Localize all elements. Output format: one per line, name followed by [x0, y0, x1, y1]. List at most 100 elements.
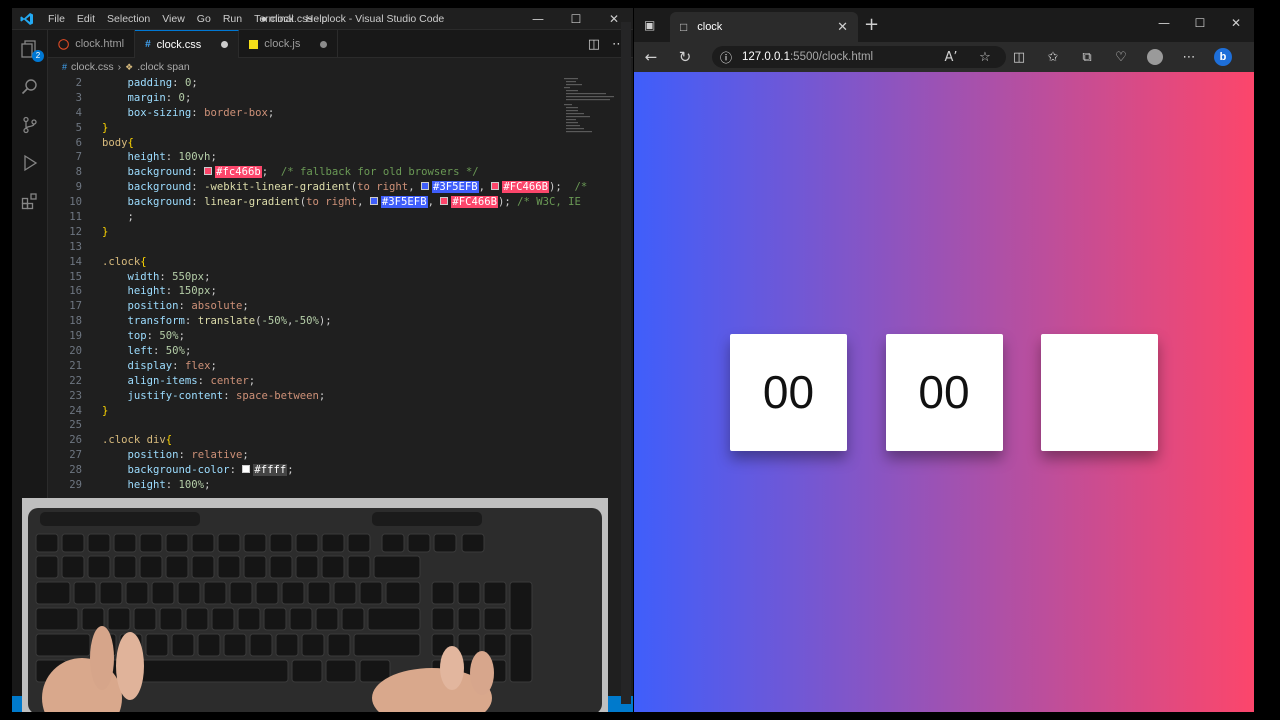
code-line: 27 position: relative;	[48, 448, 633, 463]
unsaved-dot-icon[interactable]	[320, 40, 328, 48]
search-icon[interactable]	[12, 68, 48, 106]
line-number: 24	[69, 404, 82, 417]
menu-go[interactable]: Go	[191, 8, 217, 30]
code-text: background-color: #ffff;	[102, 464, 294, 477]
back-arrow-icon[interactable]: ←	[634, 42, 668, 72]
minimap[interactable]	[560, 76, 622, 376]
code-text: .clock{	[102, 255, 147, 268]
breadcrumb: # clock.css › ❖ .clock span	[48, 58, 633, 76]
code-text: height: 150px;	[102, 285, 217, 298]
line-number: 2	[75, 77, 82, 89]
keyboard-overlay-image	[22, 498, 608, 712]
line-number: 8	[75, 166, 82, 179]
code-text: display: flex;	[102, 359, 217, 372]
clock: 00 00	[730, 333, 1158, 451]
maximize-icon[interactable]: ☐	[1182, 8, 1218, 38]
window-divider	[621, 22, 631, 704]
code-line: 12}	[48, 225, 633, 240]
tab-label: clock.html	[75, 38, 125, 50]
web-page: 00 00	[634, 72, 1254, 712]
code-line: 13	[48, 240, 633, 255]
unsaved-dot-icon[interactable]	[221, 41, 229, 48]
symbol-icon: ❖	[125, 61, 134, 72]
code-text: position: absolute;	[102, 300, 249, 313]
code-line: 24}	[48, 404, 633, 419]
code-text: background: linear-gradient(to right, #3…	[102, 196, 581, 209]
window-controls: — ☐ ✕	[519, 8, 633, 30]
browser-tab[interactable]: □ clock ✕	[670, 12, 858, 42]
browser-tab-title: clock	[697, 21, 723, 33]
minimize-icon[interactable]: —	[519, 8, 557, 30]
run-debug-icon[interactable]	[12, 144, 48, 182]
menu-file[interactable]: File	[42, 8, 71, 30]
breadcrumb-file[interactable]: clock.css	[71, 61, 114, 73]
chevron-right-icon: ›	[117, 61, 122, 73]
collections-icon[interactable]: ⧉	[1070, 42, 1104, 72]
bing-copilot-icon[interactable]: b	[1206, 42, 1240, 72]
more-menu-icon[interactable]: ⋯	[1172, 42, 1206, 72]
menu-selection[interactable]: Selection	[101, 8, 156, 30]
line-number: 18	[69, 315, 82, 328]
code-text: padding: 0;	[102, 77, 198, 89]
menu-edit[interactable]: Edit	[71, 8, 101, 30]
code-line: 19 top: 50%;	[48, 329, 633, 344]
code-text: height: 100vh;	[102, 151, 217, 164]
menu-run[interactable]: Run	[217, 8, 248, 30]
browser-window: ▣ □ clock ✕ + — ☐ ✕ ← ↻ ⓘ 127.0.0.1:5500…	[634, 8, 1254, 712]
favorite-star-icon[interactable]: ☆	[968, 42, 1002, 72]
line-number: 9	[75, 181, 82, 194]
code-line: 16 height: 150px;	[48, 284, 633, 299]
line-number: 13	[69, 240, 82, 253]
new-tab-icon[interactable]: +	[864, 16, 879, 34]
close-icon[interactable]: ✕	[1218, 8, 1254, 38]
info-icon[interactable]: ⓘ	[720, 49, 732, 66]
refresh-icon[interactable]: ↻	[668, 42, 702, 72]
code-line: 21 display: flex;	[48, 359, 633, 374]
line-number: 28	[69, 464, 82, 477]
browser-essentials-icon[interactable]: ♡	[1104, 42, 1138, 72]
extensions-icon[interactable]	[12, 182, 48, 220]
line-number: 23	[69, 389, 82, 402]
close-tab-icon[interactable]: ✕	[837, 19, 848, 35]
code-line: 28 background-color: #ffff;	[48, 463, 633, 478]
explorer-icon[interactable]: 2	[12, 30, 48, 68]
source-control-icon[interactable]	[12, 106, 48, 144]
read-aloud-icon[interactable]: A’	[934, 42, 968, 72]
tab-actions-icon[interactable]: ▣	[644, 18, 655, 32]
code-text: height: 100%;	[102, 479, 211, 492]
toolbar-icons: A’ ☆ ◫ ✩ ⧉ ♡ ⋯ b	[934, 42, 1240, 72]
css3-icon: #	[145, 39, 151, 50]
editor-actions: ◫ ⋯	[588, 30, 625, 58]
code-line: 23 justify-content: space-between;	[48, 389, 633, 404]
favorites-icon[interactable]: ✩	[1036, 42, 1070, 72]
minimize-icon[interactable]: —	[1146, 8, 1182, 38]
code-text: .clock div{	[102, 434, 173, 447]
line-number: 21	[69, 359, 82, 372]
line-number: 25	[69, 419, 82, 432]
tab-clock-js[interactable]: clock.js	[239, 30, 339, 58]
maximize-icon[interactable]: ☐	[557, 8, 595, 30]
line-number: 6	[75, 136, 82, 149]
line-number: 17	[69, 300, 82, 313]
code-line: 29 height: 100%;	[48, 478, 633, 493]
menu-help[interactable]: Help	[300, 8, 334, 30]
menu-terminal[interactable]: Terminal	[248, 8, 300, 30]
code-text: body{	[102, 136, 134, 149]
line-number: 19	[69, 330, 82, 343]
tab-clock-css[interactable]: # clock.css	[135, 30, 240, 58]
css3-icon: #	[62, 62, 68, 72]
profile-avatar-icon[interactable]	[1138, 42, 1172, 72]
line-number: 27	[69, 449, 82, 462]
code-line: 14 .clock{	[48, 255, 633, 270]
browser-toolbar: ← ↻ ⓘ 127.0.0.1:5500/clock.html A’ ☆ ◫ ✩…	[634, 42, 1254, 72]
line-number: 29	[69, 479, 82, 492]
breadcrumb-symbol[interactable]: .clock span	[137, 61, 190, 73]
split-screen-icon[interactable]: ◫	[1002, 42, 1036, 72]
tab-clock-html[interactable]: ◯ clock.html	[48, 30, 136, 58]
code-text: width: 550px;	[102, 270, 211, 283]
menu-view[interactable]: View	[156, 8, 191, 30]
tab-label: clock.js	[264, 38, 301, 50]
split-editor-icon[interactable]: ◫	[588, 37, 600, 52]
html5-icon: ◯	[58, 38, 70, 50]
code-line: 18 transform: translate(-50%,-50%);	[48, 314, 633, 329]
